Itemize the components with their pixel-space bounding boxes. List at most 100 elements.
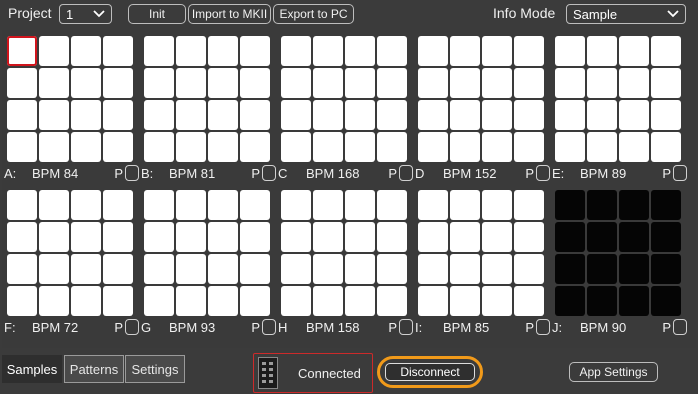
sample-pad-selected[interactable] [7, 36, 37, 66]
sample-pad[interactable] [651, 36, 681, 66]
sample-pad[interactable] [176, 286, 206, 316]
sample-pad[interactable] [281, 68, 311, 98]
sample-pad[interactable] [176, 68, 206, 98]
bank-p-checkbox[interactable] [399, 165, 413, 181]
sample-pad[interactable] [345, 100, 375, 130]
sample-pad[interactable] [450, 254, 480, 284]
sample-pad[interactable] [345, 36, 375, 66]
sample-pad[interactable] [587, 132, 617, 162]
sample-pad[interactable] [482, 132, 512, 162]
sample-pad[interactable] [144, 286, 174, 316]
sample-pad[interactable] [555, 132, 585, 162]
sample-pad[interactable] [555, 286, 585, 316]
sample-pad[interactable] [208, 286, 238, 316]
project-select[interactable]: 1 [59, 4, 112, 24]
sample-pad[interactable] [619, 190, 649, 220]
sample-pad[interactable] [587, 286, 617, 316]
sample-pad[interactable] [7, 68, 37, 98]
sample-pad[interactable] [450, 286, 480, 316]
sample-pad[interactable] [619, 100, 649, 130]
sample-pad[interactable] [482, 286, 512, 316]
bank-p-checkbox[interactable] [673, 165, 687, 181]
sample-pad[interactable] [281, 222, 311, 252]
sample-pad[interactable] [555, 100, 585, 130]
sample-pad[interactable] [103, 286, 133, 316]
sample-pad[interactable] [313, 222, 343, 252]
sample-pad[interactable] [418, 286, 448, 316]
sample-pad[interactable] [377, 68, 407, 98]
sample-pad[interactable] [313, 68, 343, 98]
sample-pad[interactable] [281, 190, 311, 220]
sample-pad[interactable] [418, 254, 448, 284]
sample-pad[interactable] [71, 286, 101, 316]
sample-pad[interactable] [240, 190, 270, 220]
sample-pad[interactable] [555, 222, 585, 252]
sample-pad[interactable] [208, 190, 238, 220]
sample-pad[interactable] [7, 254, 37, 284]
sample-pad[interactable] [103, 100, 133, 130]
sample-pad[interactable] [651, 222, 681, 252]
sample-pad[interactable] [313, 254, 343, 284]
sample-pad[interactable] [7, 100, 37, 130]
sample-pad[interactable] [377, 222, 407, 252]
sample-pad[interactable] [418, 68, 448, 98]
sample-pad[interactable] [240, 68, 270, 98]
sample-pad[interactable] [514, 68, 544, 98]
sample-pad[interactable] [240, 100, 270, 130]
sample-pad[interactable] [514, 132, 544, 162]
sample-pad[interactable] [281, 254, 311, 284]
sample-pad[interactable] [345, 286, 375, 316]
sample-pad[interactable] [240, 36, 270, 66]
sample-pad[interactable] [281, 286, 311, 316]
sample-pad[interactable] [514, 190, 544, 220]
sample-pad[interactable] [313, 100, 343, 130]
sample-pad[interactable] [345, 254, 375, 284]
sample-pad[interactable] [555, 190, 585, 220]
sample-pad[interactable] [240, 222, 270, 252]
tab-settings[interactable]: Settings [125, 355, 185, 383]
sample-pad[interactable] [208, 36, 238, 66]
sample-pad[interactable] [418, 222, 448, 252]
sample-pad[interactable] [482, 222, 512, 252]
sample-pad[interactable] [450, 222, 480, 252]
sample-pad[interactable] [39, 254, 69, 284]
sample-pad[interactable] [587, 190, 617, 220]
sample-pad[interactable] [377, 286, 407, 316]
sample-pad[interactable] [313, 36, 343, 66]
sample-pad[interactable] [313, 286, 343, 316]
sample-pad[interactable] [555, 36, 585, 66]
sample-pad[interactable] [144, 222, 174, 252]
sample-pad[interactable] [514, 286, 544, 316]
sample-pad[interactable] [514, 36, 544, 66]
sample-pad[interactable] [208, 100, 238, 130]
sample-pad[interactable] [39, 36, 69, 66]
sample-pad[interactable] [619, 36, 649, 66]
sample-pad[interactable] [651, 286, 681, 316]
sample-pad[interactable] [103, 222, 133, 252]
sample-pad[interactable] [651, 190, 681, 220]
sample-pad[interactable] [587, 68, 617, 98]
sample-pad[interactable] [555, 254, 585, 284]
sample-pad[interactable] [144, 36, 174, 66]
sample-pad[interactable] [377, 254, 407, 284]
sample-pad[interactable] [176, 254, 206, 284]
sample-pad[interactable] [208, 222, 238, 252]
import-to-mkii-button[interactable]: Import to MKII [188, 4, 271, 24]
sample-pad[interactable] [71, 100, 101, 130]
sample-pad[interactable] [345, 222, 375, 252]
sample-pad[interactable] [39, 100, 69, 130]
sample-pad[interactable] [450, 68, 480, 98]
sample-pad[interactable] [144, 190, 174, 220]
sample-pad[interactable] [240, 286, 270, 316]
sample-pad[interactable] [450, 100, 480, 130]
sample-pad[interactable] [619, 254, 649, 284]
sample-pad[interactable] [345, 190, 375, 220]
app-settings-button[interactable]: App Settings [569, 362, 658, 382]
sample-pad[interactable] [7, 286, 37, 316]
sample-pad[interactable] [482, 190, 512, 220]
sample-pad[interactable] [482, 100, 512, 130]
sample-pad[interactable] [619, 68, 649, 98]
sample-pad[interactable] [144, 68, 174, 98]
sample-pad[interactable] [208, 68, 238, 98]
sample-pad[interactable] [103, 132, 133, 162]
